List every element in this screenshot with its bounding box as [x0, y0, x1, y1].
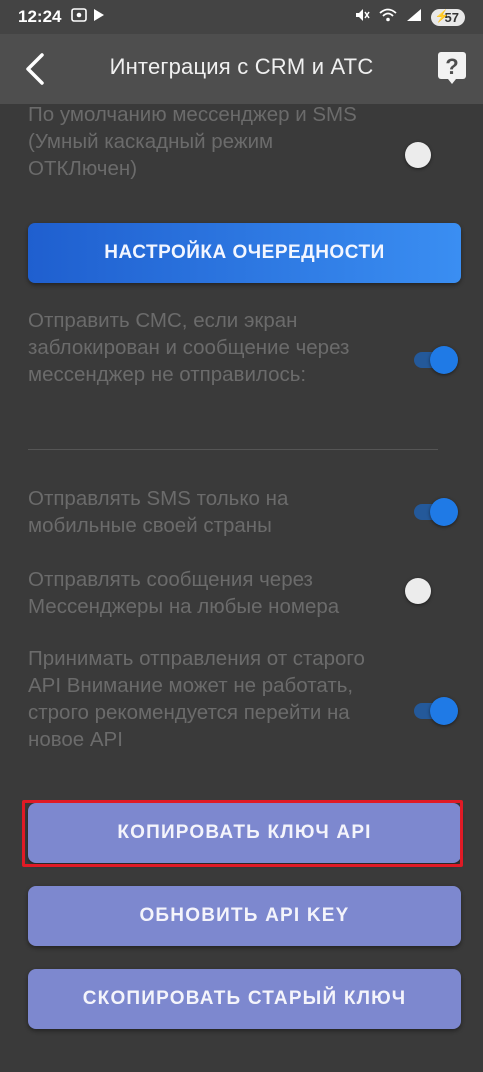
status-left-icons	[71, 7, 105, 27]
queue-settings-button[interactable]: НАСТРОЙКА ОЧЕРЕДНОСТИ	[28, 223, 461, 283]
copy-old-key-button[interactable]: СКОПИРОВАТЬ СТАРЫЙ КЛЮЧ	[28, 969, 461, 1029]
battery-icon: ⚡ 57	[430, 8, 465, 26]
toggle-messengers-any-number[interactable]	[405, 578, 431, 604]
highlight-frame	[22, 800, 463, 867]
toggle-knob	[430, 346, 458, 374]
status-time: 12:24	[18, 7, 62, 26]
screenshot-icon	[71, 7, 88, 27]
setting-old-api-label: Принимать отправления от старого API Вни…	[28, 647, 365, 751]
svg-text:?: ?	[445, 54, 458, 79]
toggle-knob	[430, 498, 458, 526]
toggle-knob	[405, 142, 431, 168]
setting-sms-own-country[interactable]: Отправлять SMS только на мобильные своей…	[28, 485, 468, 539]
setting-old-api[interactable]: Принимать отправления от старого API Вни…	[28, 645, 468, 753]
app-bar: Интеграция с CRM и АТС ?	[0, 34, 483, 104]
play-icon	[93, 8, 105, 27]
setting-sms-own-country-label: Отправлять SMS только на мобильные своей…	[28, 487, 289, 537]
mute-icon	[354, 7, 370, 28]
help-icon[interactable]: ?	[437, 51, 467, 85]
divider	[28, 449, 438, 450]
wifi-icon	[378, 8, 397, 27]
toggle-sms-if-locked[interactable]	[414, 346, 458, 374]
page-title: Интеграция с CRM и АТС	[109, 54, 374, 79]
status-bar: 12:24 ⚡ 57	[0, 0, 483, 34]
setting-sms-if-locked[interactable]: Отправить СМС, если экран заблокирован и…	[28, 307, 468, 388]
toggle-knob	[405, 578, 431, 604]
toggle-default-messenger[interactable]	[405, 142, 431, 168]
setting-messengers-any-number-label: Отправлять сообщения через Мессенджеры н…	[28, 568, 340, 618]
setting-default-messenger-label: По умолчанию мессенджер и SMS (Умный кас…	[28, 103, 357, 180]
setting-sms-if-locked-label: Отправить СМС, если экран заблокирован и…	[28, 309, 350, 386]
signal-icon	[406, 8, 422, 27]
toggle-old-api[interactable]	[414, 697, 458, 725]
status-right-icons: ⚡ 57	[354, 7, 465, 28]
refresh-api-key-button[interactable]: ОБНОВИТЬ API KEY	[28, 886, 461, 946]
toggle-sms-own-country[interactable]	[414, 498, 458, 526]
toggle-knob	[430, 697, 458, 725]
setting-default-messenger[interactable]: По умолчанию мессенджер и SMS (Умный кас…	[28, 101, 468, 182]
setting-messengers-any-number[interactable]: Отправлять сообщения через Мессенджеры н…	[28, 566, 468, 620]
